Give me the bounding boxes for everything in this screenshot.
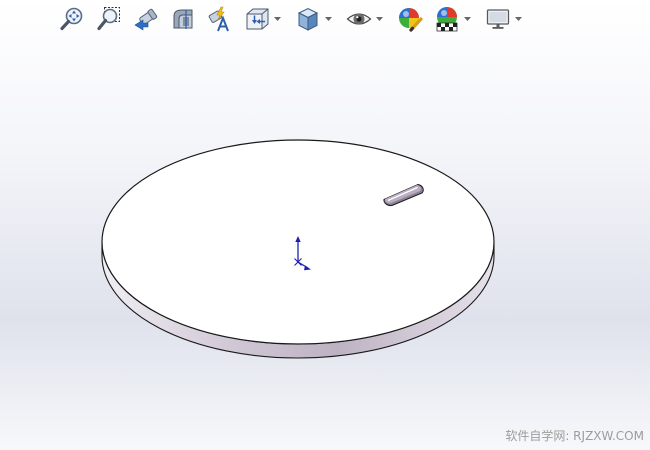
section-view-icon	[173, 9, 193, 29]
dynamic-annotation-views-button[interactable]	[206, 5, 234, 33]
dynamic-annotation-views-icon	[208, 6, 229, 32]
chevron-down-icon	[464, 17, 471, 21]
watermark-text: 软件自学网: RJZXW.COM	[505, 429, 644, 443]
view-settings-dropdown[interactable]	[514, 5, 523, 33]
heads-up-view-toolbar	[58, 3, 535, 35]
apply-scene-dropdown[interactable]	[463, 5, 472, 33]
chevron-down-icon	[274, 17, 281, 21]
chevron-down-icon	[515, 17, 522, 21]
zoom-to-area-button[interactable]	[95, 5, 123, 33]
edit-appearance-button[interactable]	[396, 5, 424, 33]
view-orientation-button[interactable]	[243, 5, 271, 33]
section-view-button[interactable]	[169, 5, 197, 33]
display-style-icon	[297, 7, 319, 31]
view-orientation-dropdown[interactable]	[273, 5, 282, 33]
view-settings-icon	[486, 9, 510, 29]
zoom-to-fit-icon	[60, 7, 83, 31]
hide-show-items-dropdown[interactable]	[375, 5, 384, 33]
previous-view-button[interactable]	[132, 5, 160, 33]
apply-scene-icon	[436, 7, 458, 32]
view-orientation-icon	[246, 8, 269, 30]
hide-show-items-icon	[346, 13, 372, 25]
zoom-to-area-icon	[97, 7, 120, 31]
chevron-down-icon	[325, 17, 332, 21]
chevron-down-icon	[376, 17, 383, 21]
view-settings-button[interactable]	[484, 5, 512, 33]
display-style-button[interactable]	[294, 5, 322, 33]
previous-view-icon	[134, 8, 158, 31]
zoom-to-fit-button[interactable]	[58, 5, 86, 33]
graphics-area[interactable]	[0, 40, 650, 450]
apply-scene-button[interactable]	[433, 5, 461, 33]
display-style-dropdown[interactable]	[324, 5, 333, 33]
hide-show-items-button[interactable]	[345, 5, 373, 33]
edit-appearance-icon	[399, 8, 423, 32]
